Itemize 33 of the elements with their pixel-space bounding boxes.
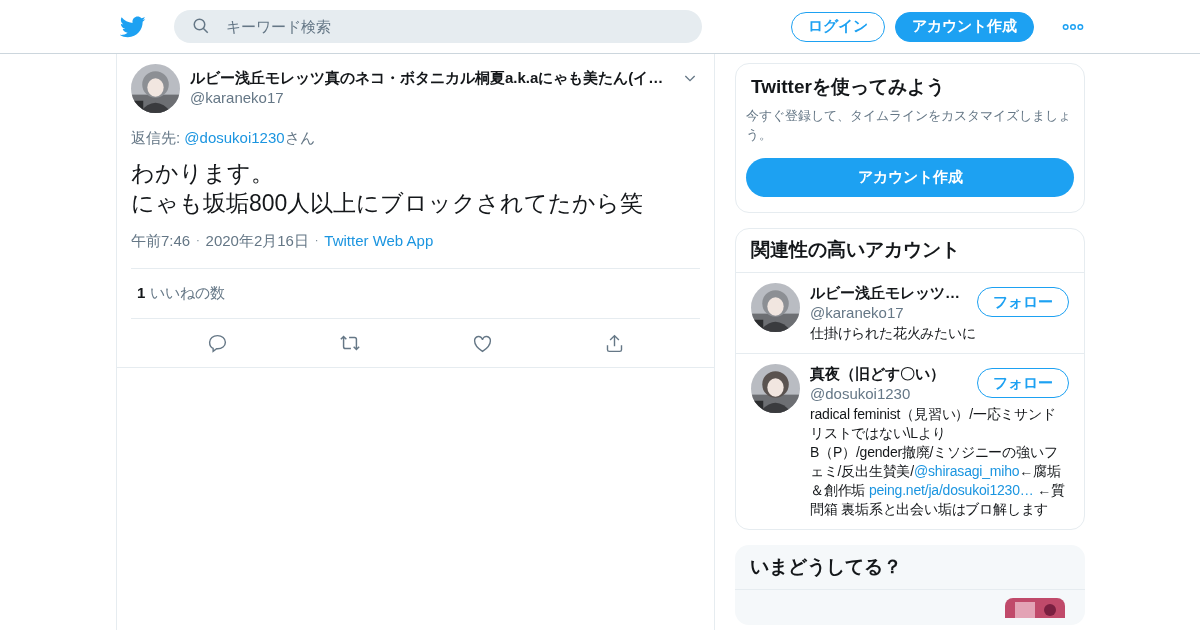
card-text: 今すぐ登録して、タイムラインをカスタマイズしましょう。 bbox=[746, 107, 1072, 144]
search-field[interactable]: キーワード検索 bbox=[174, 10, 702, 43]
bio-link[interactable]: peing.net/ja/dosukoi1230… bbox=[868, 482, 1034, 498]
separator-dot: · bbox=[314, 234, 319, 249]
tweet-text: わかります。 bbox=[131, 158, 275, 188]
account-bio: 仕掛けられた花火みたいに bbox=[810, 324, 977, 343]
account-handle[interactable]: @karaneko17 bbox=[810, 303, 960, 322]
reply-suffix: さん bbox=[284, 128, 315, 148]
reply-label: 返信先: bbox=[131, 128, 182, 148]
like-label: いいねの数 bbox=[150, 283, 226, 304]
mention-link[interactable]: @dosukoi1230 bbox=[184, 127, 285, 150]
tweet-time: 午前7:46 bbox=[131, 230, 191, 251]
account-name[interactable]: 真夜（旧どす〇い） bbox=[810, 364, 945, 384]
bio-link[interactable]: @shirasagi_miho bbox=[914, 463, 1020, 479]
reply-icon[interactable] bbox=[206, 332, 228, 354]
search-icon bbox=[192, 17, 210, 35]
more-icon[interactable] bbox=[1062, 22, 1084, 31]
account-handle[interactable]: @dosukoi1230 bbox=[810, 384, 945, 403]
source-link[interactable]: Twitter Web App bbox=[324, 229, 434, 252]
signup-button[interactable]: アカウント作成 bbox=[746, 158, 1074, 197]
card-title: Twitterを使ってみよう bbox=[750, 75, 946, 99]
login-button[interactable]: ログイン bbox=[791, 11, 885, 42]
author-name[interactable]: ルビー浅丘モレッツ真のネコ・ボタニカル桐夏a.k.aにゃも美たん(イ… bbox=[190, 68, 672, 88]
like-count: 1 bbox=[137, 283, 146, 304]
card-title: 関連性の高いアカウント bbox=[736, 229, 1084, 273]
separator-dot: · bbox=[196, 234, 200, 249]
card-title: いまどうしてる？ bbox=[735, 545, 1085, 590]
account-bio: radical feminist（見習い）/一応ミサンドリストではない\Lより B（P）/gender撤廃/ミソジニーの強いフェミ/反出生賛美/@shirasagi_miho←腐垢＆創作垢 peing.net/ja/dosukoi1230… ←質問箱 裏垢系と出会い垢はブロ解します bbox=[810, 405, 1066, 519]
signup-button[interactable]: アカウント作成 bbox=[895, 11, 1034, 42]
tweet-text: にゃも坂垢800人以上にブロックされてたから笑 bbox=[131, 188, 645, 218]
author-handle[interactable]: @karaneko17 bbox=[190, 88, 672, 108]
tweet-date: 2020年2月16日 bbox=[205, 230, 309, 251]
account-name[interactable]: ルビー浅丘モレッツ… bbox=[810, 283, 960, 303]
